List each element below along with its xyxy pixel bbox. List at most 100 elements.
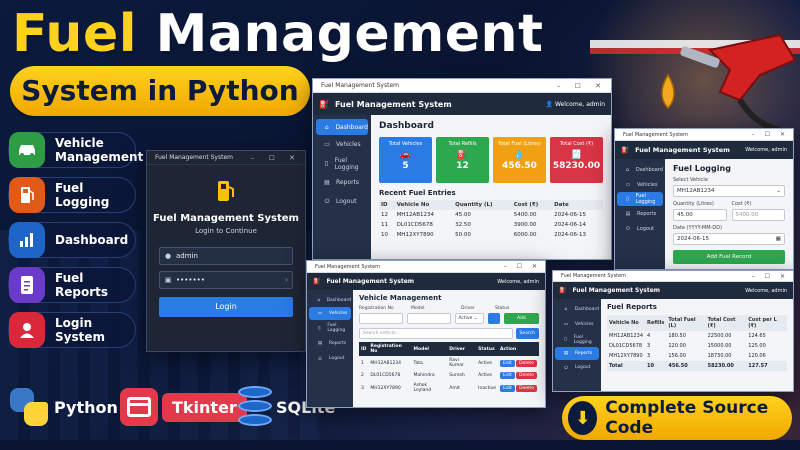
sidebar-item-logout[interactable]: ⏻ Logout bbox=[316, 192, 368, 211]
table-row[interactable]: MH12AB1234 4 180.50 22500.00 124.65 bbox=[607, 331, 787, 341]
table-row[interactable]: DL01CD5678 3 120.00 15000.00 125.00 bbox=[607, 341, 787, 351]
username-field[interactable]: ● admin bbox=[159, 247, 293, 265]
edit-button[interactable]: Edit bbox=[500, 359, 515, 367]
window-titlebar: Fuel Management System – ☐ ✕ bbox=[147, 151, 305, 165]
sidebar-item-dashboard[interactable]: ⌂ Dashboard bbox=[617, 162, 663, 177]
sidebar-item-logout[interactable]: ⏻ Logout bbox=[617, 221, 663, 236]
column-header: Action bbox=[498, 342, 539, 356]
quantity-input[interactable]: 45.00 bbox=[673, 209, 727, 221]
model-input[interactable] bbox=[407, 313, 452, 324]
table-header: ID Vehicle No Quantity (L) Cost (₹) Date bbox=[379, 200, 603, 210]
vehicle-table: ID Registration No Model Driver Status A… bbox=[359, 342, 539, 395]
stat-label: Total Vehicles bbox=[388, 141, 423, 147]
edit-button[interactable]: Edit bbox=[500, 372, 515, 379]
table-cell: Active bbox=[478, 373, 493, 378]
table-cell: 45.00 bbox=[455, 212, 471, 218]
form-label: Model bbox=[411, 306, 425, 311]
add-fuel-record-button[interactable]: Add Fuel Record bbox=[673, 250, 785, 264]
table-row[interactable]: 11 DL01CD5678 32.50 3900.00 2024-06-14 bbox=[379, 220, 603, 230]
fuel-pump-icon: ⛽ bbox=[319, 99, 329, 109]
table-row[interactable]: 2 DL01CD5678 Mahindra Suresh Active Edit… bbox=[359, 370, 539, 381]
chevron-down-icon: ⌄ bbox=[776, 188, 781, 194]
password-field[interactable]: ▣ ••••••• › bbox=[159, 271, 293, 289]
feature-login-system: Login System bbox=[8, 312, 136, 348]
feature-vehicle-management: Vehicle Management bbox=[8, 132, 143, 168]
sidebar-item-reports[interactable]: ▤ Reports bbox=[617, 206, 663, 221]
welcome-label: Welcome, admin bbox=[554, 100, 605, 108]
vehicle-select[interactable]: MH12AB1234 ⌄ bbox=[673, 185, 785, 197]
welcome-text: 👤 Welcome, admin bbox=[546, 101, 605, 108]
sidebar-item-dashboard[interactable]: ⌂ Dashboard bbox=[309, 293, 351, 307]
stat-card-vehicles: Total Vehicles 🚗 5 bbox=[379, 137, 432, 183]
window-title: Fuel Management System bbox=[321, 82, 399, 89]
settings-icon[interactable] bbox=[488, 313, 500, 324]
add-vehicle-button[interactable]: Add Vehicle bbox=[503, 313, 539, 332]
sidebar-item-vehicles[interactable]: ▭ Vehicles bbox=[309, 307, 351, 320]
window-controls[interactable]: – ☐ ✕ bbox=[752, 129, 789, 141]
sidebar-item-logout[interactable]: ⏻ Logout bbox=[555, 360, 599, 375]
table-cell: 10 bbox=[381, 232, 388, 238]
nav-label: Reports bbox=[329, 341, 347, 346]
sidebar-item-fuel-logging[interactable]: ▯ Fuel Logging bbox=[316, 154, 368, 173]
window-controls[interactable]: – ☐ ✕ bbox=[251, 151, 301, 165]
sidebar-item-reports[interactable]: ▤ Reports bbox=[316, 173, 368, 192]
receipt-icon: 🧾 bbox=[570, 150, 583, 160]
table-cell: 3900.00 bbox=[513, 222, 537, 228]
window-controls[interactable]: – ☐ ✕ bbox=[504, 261, 541, 273]
status-select[interactable]: Active ⌄ bbox=[455, 313, 485, 324]
fuel-pump-icon: ▯ bbox=[317, 325, 321, 331]
sidebar: ⌂ Dashboard ▭ Vehicles ▯ Fuel Logging ▤ Repo… bbox=[307, 290, 353, 407]
date-input[interactable]: 2024-06-15 ▦ bbox=[673, 233, 785, 245]
login-button[interactable]: Login bbox=[159, 297, 293, 317]
complete-source-code-button[interactable]: ⬇ Complete Source Code bbox=[562, 396, 792, 440]
sidebar-item-fuel-logging[interactable]: ▯ Fuel Logging bbox=[555, 332, 599, 347]
table-row[interactable]: MH12XY7890 3 156.00 18730.00 120.06 bbox=[607, 351, 787, 361]
sidebar-item-vehicles[interactable]: ▭ Vehicles bbox=[316, 135, 368, 154]
table-cell: 3 bbox=[361, 385, 364, 391]
feature-label: Login System bbox=[55, 316, 105, 344]
stat-card-cost: Total Cost (₹) 🧾 58230.00 bbox=[550, 137, 603, 183]
search-button[interactable]: Search bbox=[515, 328, 539, 339]
sidebar-item-fuel-logging[interactable]: ▯ Fuel Logging bbox=[309, 320, 351, 336]
table-row[interactable]: 10 MH12XY7890 50.00 6000.00 2024-06-13 bbox=[379, 230, 603, 240]
sidebar-item-reports[interactable]: ▤ Reports bbox=[309, 336, 351, 351]
fuel-pump-icon: ⛽ bbox=[313, 278, 321, 285]
sidebar-item-reports[interactable]: ▤ Reports bbox=[555, 347, 599, 360]
table-row[interactable]: 12 MH12AB1234 45.00 5400.00 2024-06-15 bbox=[379, 210, 603, 220]
table-cell: 127.57 bbox=[748, 363, 768, 369]
sidebar-item-dashboard[interactable]: ⌂ Dashboard bbox=[555, 302, 599, 317]
table-cell: 2024-06-14 bbox=[554, 222, 587, 228]
sidebar-item-vehicles[interactable]: ▭ Vehicles bbox=[617, 177, 663, 192]
sidebar-item-vehicles[interactable]: ▭ Vehicles bbox=[555, 317, 599, 332]
delete-button[interactable]: Delete bbox=[516, 359, 537, 367]
sidebar-item-dashboard[interactable]: ⌂ Dashboard bbox=[316, 119, 368, 135]
hero-title-yellow: Fuel bbox=[12, 4, 138, 64]
database-icon bbox=[238, 386, 272, 428]
column-header: ID bbox=[379, 200, 395, 210]
window-titlebar: Fuel Management System – ☐ ✕ bbox=[307, 261, 545, 273]
search-input[interactable]: Search vehicle... bbox=[359, 328, 513, 339]
table-cell: Active bbox=[478, 360, 493, 366]
window-controls[interactable]: – ☐ ✕ bbox=[557, 79, 607, 93]
table-row[interactable]: 3 MH12XY7890 Ashok Leyland Amit Inactive… bbox=[359, 381, 539, 395]
login-heading: Fuel Management System bbox=[153, 213, 299, 224]
window-controls[interactable]: – ☐ ✕ bbox=[752, 271, 789, 282]
nav-label: Fuel Logging bbox=[334, 156, 359, 171]
sidebar-item-logout[interactable]: ⏻ Logout bbox=[309, 351, 351, 366]
delete-button[interactable]: Delete bbox=[516, 372, 537, 379]
app-header: ⛽ Fuel Management System Welcome, admin bbox=[553, 282, 793, 299]
edit-button[interactable]: Edit bbox=[500, 384, 515, 392]
cost-input[interactable]: 5400.00 bbox=[731, 209, 785, 221]
app-title: Fuel Management System bbox=[572, 287, 661, 294]
quantity-label: Quantity (Litres) bbox=[673, 201, 714, 207]
calendar-icon[interactable]: ▦ bbox=[776, 234, 781, 245]
nav-label: Vehicles bbox=[637, 181, 658, 188]
registration-input[interactable] bbox=[359, 313, 404, 324]
page-title: Fuel Reports bbox=[607, 303, 657, 311]
sidebar-item-fuel-logging[interactable]: ▯ Fuel Logging bbox=[617, 192, 663, 206]
delete-button[interactable]: Delete bbox=[516, 384, 537, 392]
nav-label: Dashboard bbox=[326, 297, 351, 303]
fuel-logging-window: Fuel Management System – ☐ ✕ ⛽ Fuel Mana… bbox=[614, 128, 794, 270]
table-row[interactable]: 1 MH12AB1234 Tata Ravi Kumar Active Edit… bbox=[359, 356, 539, 370]
home-icon: ⌂ bbox=[324, 123, 329, 131]
